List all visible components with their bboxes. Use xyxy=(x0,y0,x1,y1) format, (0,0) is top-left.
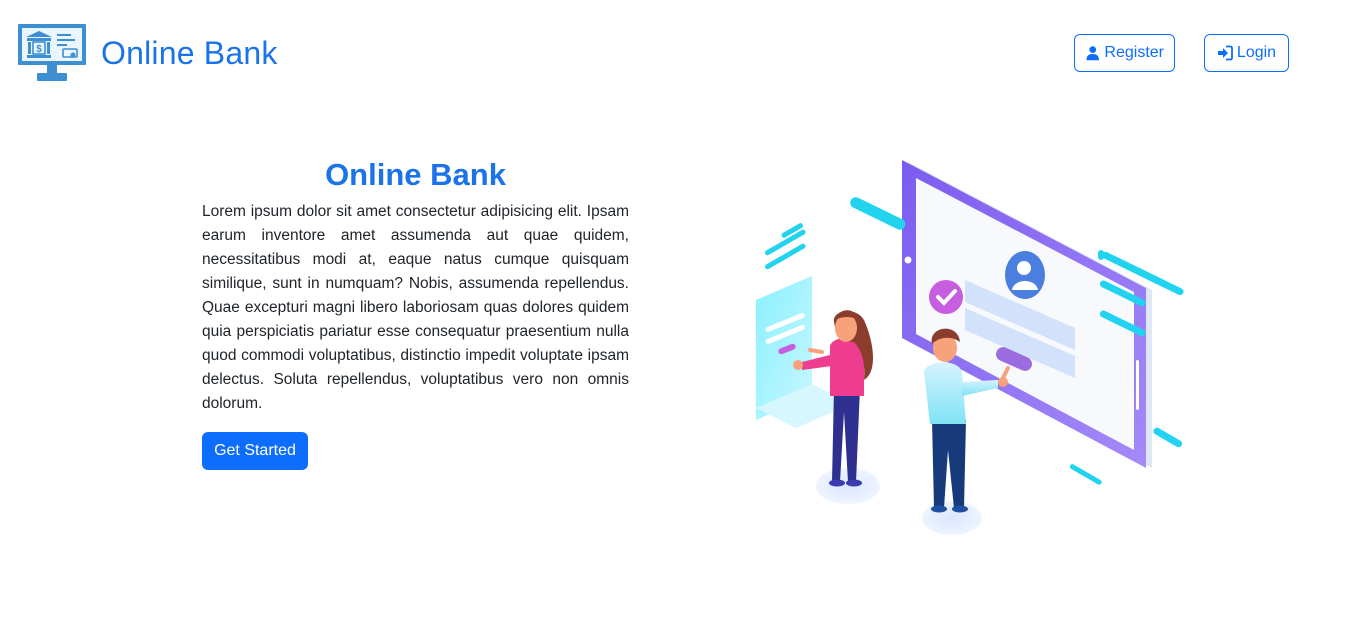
register-label: Register xyxy=(1104,44,1164,61)
get-started-button[interactable]: Get Started xyxy=(202,432,308,470)
sign-in-icon xyxy=(1217,45,1233,61)
brand[interactable]: $ Online Bank xyxy=(17,23,278,83)
login-button[interactable]: Login xyxy=(1204,34,1289,72)
login-label: Login xyxy=(1236,44,1277,61)
brand-name: Online Bank xyxy=(101,35,278,71)
bank-monitor-icon: $ xyxy=(18,24,86,81)
svg-text:$: $ xyxy=(36,44,42,55)
register-button[interactable]: Register xyxy=(1074,34,1175,72)
hero-description: Lorem ipsum dolor sit amet consectetur a… xyxy=(202,203,629,412)
landing-page: $ Online Bank Register Login Online Bank… xyxy=(0,0,1348,638)
online-banking-illustration xyxy=(756,160,1184,535)
user-icon xyxy=(1086,46,1099,61)
hero-title: Online Bank xyxy=(325,157,506,192)
